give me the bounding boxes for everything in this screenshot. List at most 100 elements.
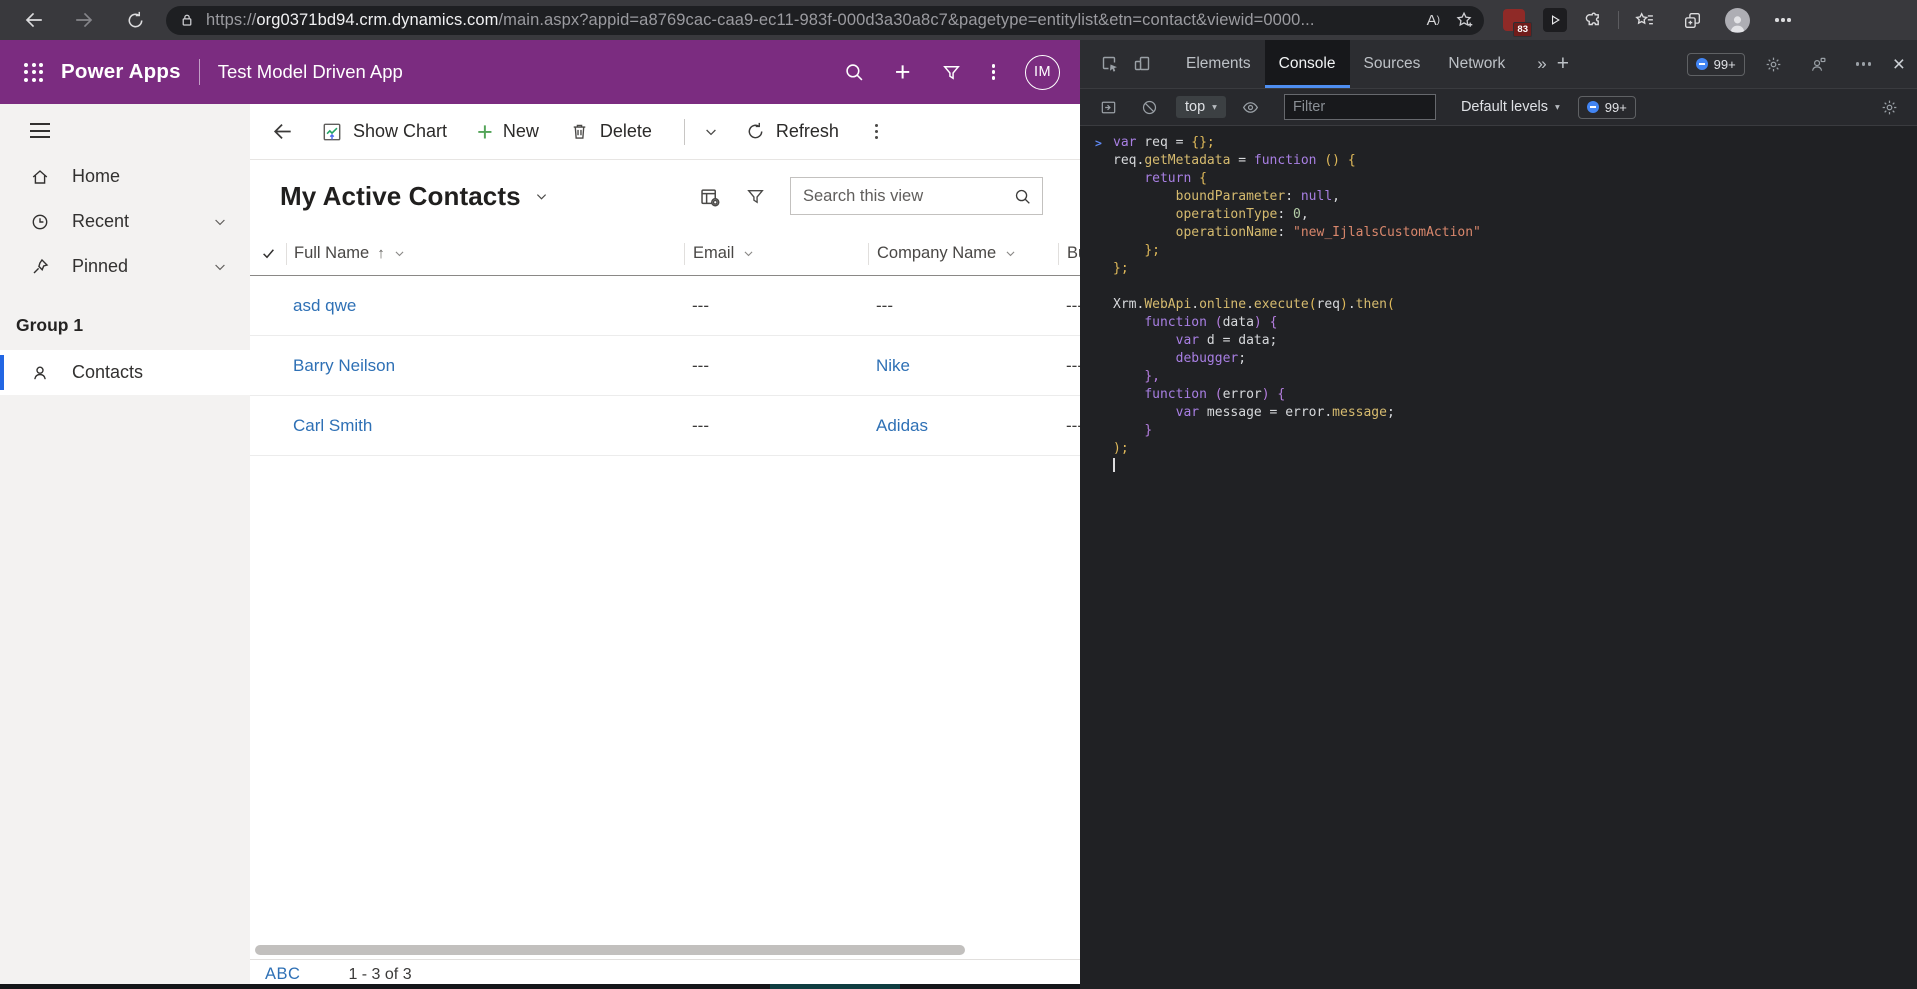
view-chevron-icon[interactable] <box>534 189 549 204</box>
more-tabs-icon[interactable]: » <box>1537 54 1546 74</box>
url-text: https://org0371bd94.crm.dynamics.com/mai… <box>206 10 1315 29</box>
command-overflow-icon[interactable] <box>874 129 879 134</box>
table-row[interactable]: Carl Smith --- Adidas --- <box>250 396 1080 456</box>
address-bar[interactable]: https://org0371bd94.crm.dynamics.com/mai… <box>166 5 1484 35</box>
table-row[interactable]: asd qwe --- --- --- <box>250 276 1080 336</box>
sidebar-item-contacts[interactable]: Contacts <box>0 350 250 395</box>
search-icon[interactable] <box>843 61 865 83</box>
hamburger-menu-icon[interactable] <box>30 123 50 138</box>
column-header-business[interactable]: Bu <box>1058 242 1080 265</box>
sidebar-item-pinned[interactable]: Pinned <box>0 244 250 289</box>
devtools-menu-icon[interactable] <box>1848 48 1880 80</box>
chevron-down-icon[interactable] <box>212 214 228 230</box>
grid-back-icon[interactable] <box>270 120 293 143</box>
table-row[interactable]: Barry Neilson --- Nike --- <box>250 336 1080 396</box>
adblock-extension-icon[interactable]: 83 <box>1503 9 1532 37</box>
add-favorite-icon[interactable] <box>1454 10 1474 30</box>
toolbar-divider <box>1618 11 1619 29</box>
cell-business-phone: --- <box>1066 355 1080 375</box>
extensions-puzzle-icon[interactable] <box>1576 3 1610 37</box>
browser-toolbar: https://org0371bd94.crm.dynamics.com/mai… <box>0 0 1917 40</box>
console-output[interactable]: > var req = {}; req.getMetadata = function… <box>1080 126 1917 476</box>
pin-icon <box>30 257 50 277</box>
refresh-button[interactable]: Refresh <box>745 121 839 142</box>
favorites-icon[interactable] <box>1627 3 1661 37</box>
sidebar-group-items: Contacts <box>0 350 250 395</box>
collections-icon[interactable] <box>1675 3 1709 37</box>
extension-play-icon[interactable] <box>1543 8 1567 32</box>
back-icon[interactable] <box>16 3 50 37</box>
browser-menu-icon[interactable] <box>1766 3 1800 37</box>
console-code-line: > var req = {}; <box>1080 134 1917 152</box>
sidebar-item-recent[interactable]: Recent <box>0 199 250 244</box>
user-avatar[interactable]: IM <box>1025 54 1060 90</box>
jump-bar-link[interactable]: ABC <box>265 965 300 984</box>
read-aloud-icon[interactable]: A) <box>1427 12 1440 29</box>
levels-label: Default levels <box>1460 99 1548 115</box>
scrollbar-thumb[interactable] <box>255 945 965 955</box>
waffle-icon[interactable] <box>24 62 43 82</box>
console-code-line: function (error) { <box>1080 386 1917 404</box>
console-sidebar-icon[interactable] <box>1092 91 1124 123</box>
issues-bubble-icon <box>1695 58 1708 70</box>
add-devtools-tab-icon[interactable]: + <box>1557 52 1569 76</box>
context-dropdown[interactable]: top ▾ <box>1176 96 1226 118</box>
console-code-line: }; <box>1080 260 1917 278</box>
forward-icon[interactable] <box>68 3 102 37</box>
select-all-checkmark-icon[interactable] <box>250 243 286 265</box>
refresh-circle-icon <box>745 121 766 142</box>
delete-button[interactable]: Delete <box>569 121 652 142</box>
devtools-profile-icon[interactable] <box>1803 48 1835 80</box>
show-chart-button[interactable]: Show Chart <box>321 121 447 143</box>
devtools-tab-sources[interactable]: Sources <box>1350 40 1435 88</box>
grid-header: Full Name ↑ Email Company Name B <box>250 232 1080 276</box>
column-chevron-icon[interactable] <box>1004 247 1017 260</box>
console-prompt-icon: > <box>1095 136 1102 150</box>
device-toolbar-icon[interactable] <box>1126 48 1158 80</box>
close-devtools-icon[interactable]: × <box>1893 54 1905 75</box>
devtools-tab-console[interactable]: Console <box>1264 40 1350 88</box>
console-filter-input[interactable] <box>1284 95 1435 119</box>
view-selector[interactable]: My Active Contacts <box>280 181 521 212</box>
devtools-tab-network[interactable]: Network <box>1434 40 1519 88</box>
code-text: function (data) { <box>1144 315 1278 330</box>
refresh-icon[interactable] <box>118 3 152 37</box>
sidebar-group-label: Group 1 <box>16 315 84 335</box>
grid-filter-funnel-icon[interactable] <box>745 186 766 207</box>
console-settings-gear-icon[interactable] <box>1873 91 1905 123</box>
cell-email: --- <box>692 355 709 375</box>
inspect-element-icon[interactable] <box>1094 48 1126 80</box>
sidebar-item-home[interactable]: Home <box>0 154 250 199</box>
column-header-company[interactable]: Company Name <box>868 242 1058 265</box>
contact-name-link[interactable]: Barry Neilson <box>293 356 395 375</box>
contact-name-link[interactable]: Carl Smith <box>293 416 372 435</box>
quick-create-plus-icon[interactable]: + <box>895 59 911 86</box>
clear-console-icon[interactable] <box>1133 91 1165 123</box>
issues-badge[interactable]: 99+ <box>1686 52 1745 76</box>
column-header-full-name[interactable]: Full Name ↑ <box>286 242 684 265</box>
live-expression-eye-icon[interactable] <box>1235 91 1267 123</box>
browser-profile-avatar[interactable] <box>1725 7 1750 33</box>
view-search-input[interactable] <box>791 186 1013 206</box>
column-chevron-icon[interactable] <box>742 247 755 260</box>
filter-funnel-icon[interactable] <box>941 62 962 83</box>
column-header-email[interactable]: Email <box>684 242 868 265</box>
view-search-icon[interactable] <box>1013 187 1032 206</box>
company-link[interactable]: Adidas <box>876 416 928 435</box>
console-toolbar: top ▾ Default levels ▾ 99+ <box>1080 88 1917 126</box>
column-chevron-icon[interactable] <box>393 247 406 260</box>
chevron-down-icon[interactable] <box>212 259 228 275</box>
console-messages-badge[interactable]: 99+ <box>1577 95 1636 119</box>
cell-email: --- <box>692 295 709 315</box>
company-link[interactable]: Nike <box>876 356 910 375</box>
dropdown-caret-icon: ▾ <box>1555 101 1560 113</box>
devtools-tab-elements[interactable]: Elements <box>1172 40 1265 88</box>
log-levels-dropdown[interactable]: Default levels ▾ <box>1452 96 1569 118</box>
edit-columns-icon[interactable] <box>698 185 721 208</box>
header-more-icon[interactable] <box>991 70 995 74</box>
console-code-line: boundParameter: null, <box>1080 188 1917 206</box>
contact-name-link[interactable]: asd qwe <box>293 296 356 315</box>
delete-split-chevron-icon[interactable] <box>703 124 719 140</box>
new-button[interactable]: + New <box>477 118 539 145</box>
devtools-settings-gear-icon[interactable] <box>1758 48 1790 80</box>
